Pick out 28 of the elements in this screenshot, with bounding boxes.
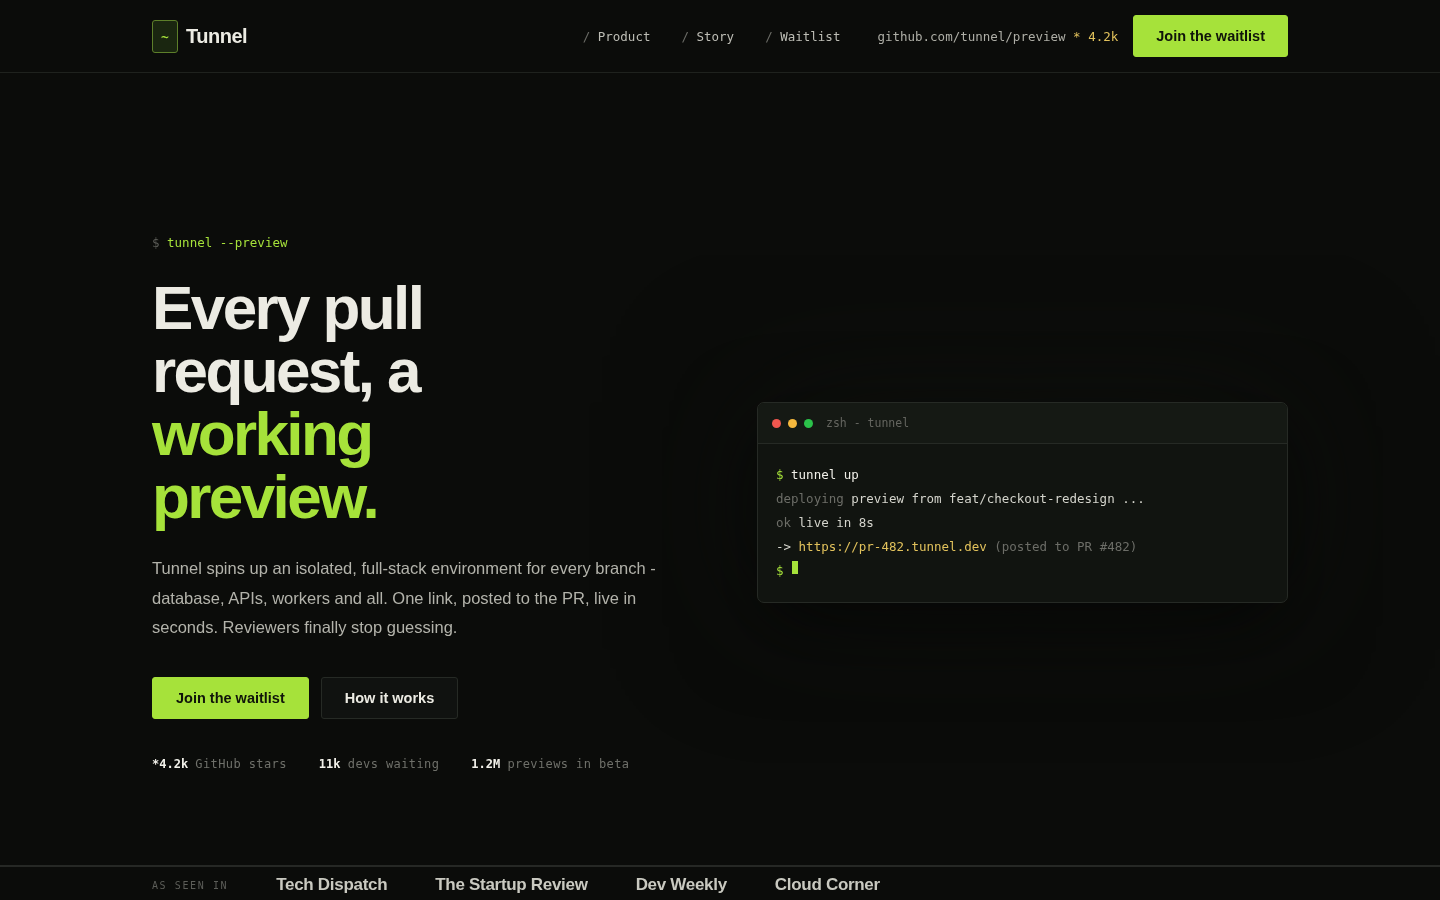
how-it-works-button[interactable]: How it works xyxy=(320,676,459,719)
press-outlet: The Startup Review xyxy=(435,875,588,895)
press-outlet: Dev Weekly xyxy=(635,875,727,895)
repo-link[interactable]: github.com/tunnel/preview * 4.2k xyxy=(877,28,1119,44)
terminal-line: ok live in 8s xyxy=(776,514,874,530)
stat-item: 11k devs waiting xyxy=(318,756,440,771)
nav-link[interactable]: / Waitlist xyxy=(765,28,841,44)
waitlist-button[interactable]: Join the waitlist xyxy=(1133,15,1288,57)
stat-item: 1.2M previews in beta xyxy=(471,756,630,771)
terminal-line: -> https://pr-482.tunnel.dev (posted to PR #482) xyxy=(776,538,1138,554)
waitlist-button[interactable]: Join the waitlist xyxy=(152,676,309,719)
terminal-line: $ tunnel up xyxy=(776,466,859,482)
press-outlet: Tech Dispatch xyxy=(276,875,388,895)
window-maximize-icon xyxy=(804,418,813,428)
brand-name[interactable]: Tunnel xyxy=(186,24,248,48)
press-label: AS SEEN IN xyxy=(152,879,229,891)
hero-description: Tunnel spins up an isolated, full-stack environment for every branch - database, APIs, workers and all. One link, posted to the PR, live in seconds. Reviewers finally stop guessing. xyxy=(152,558,657,638)
command-line: $ tunnel --preview xyxy=(152,235,288,250)
terminal-line: $ xyxy=(776,562,784,578)
window-minimize-icon xyxy=(788,418,797,428)
nav-link[interactable]: / Story xyxy=(681,28,735,44)
terminal-title: zsh - tunnel xyxy=(826,416,910,431)
terminal-line: deploying preview from feat/checkout-redesign ... xyxy=(776,490,1145,506)
press-outlet: Cloud Corner xyxy=(774,875,880,895)
stat-item: *4.2k GitHub stars xyxy=(152,756,287,771)
window-close-icon xyxy=(772,418,781,428)
nav-link[interactable]: / Product xyxy=(582,28,651,44)
logo-mark: ~ xyxy=(152,19,178,53)
